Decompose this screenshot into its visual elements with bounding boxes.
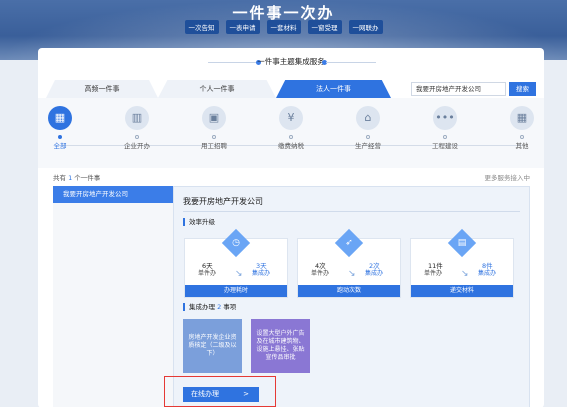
result-count: 共有 1 个一件事 bbox=[53, 172, 100, 182]
category-marker bbox=[443, 135, 447, 139]
metric-footer: 递交材料 bbox=[411, 285, 513, 297]
category-label: 全部 bbox=[53, 142, 67, 150]
search-button[interactable]: 搜索 bbox=[509, 82, 536, 96]
feature-pill: 一套材料 bbox=[266, 20, 301, 34]
metric-after-label: 集成办 bbox=[252, 270, 271, 277]
feature-pill: 一窗受理 bbox=[307, 20, 342, 34]
metric-before-label: 单件办 bbox=[198, 270, 217, 277]
dots-icon: ••• bbox=[433, 106, 457, 130]
metric-card-time: ◷ 6天 单件办 ↘ 3天 集成办 办理耗时 bbox=[184, 228, 288, 298]
category-all[interactable]: ▦ 全部 bbox=[30, 106, 90, 150]
tab-high-frequency[interactable]: 高频一件事 bbox=[46, 80, 158, 98]
detail-divider bbox=[183, 211, 520, 212]
more-services-note: 更多服务接入中 bbox=[484, 174, 531, 182]
list-item[interactable]: 我要开房地产开发公司 bbox=[53, 186, 173, 203]
category-operations[interactable]: ⌂ 生产经营 bbox=[338, 106, 398, 150]
service-title: 一件事主题集成服务 bbox=[257, 57, 325, 66]
metric-footer: 办理耗时 bbox=[185, 285, 287, 297]
category-marker bbox=[289, 135, 293, 139]
category-label: 生产经营 bbox=[355, 142, 381, 150]
result-count-number: 1 bbox=[68, 174, 73, 182]
feature-pill: 一网联办 bbox=[348, 20, 383, 34]
integrated-item-tile[interactable]: 设置大型户外广告及在城市建筑物、设施上悬挂、张贴宣传品审批 bbox=[251, 319, 310, 373]
highlight-box bbox=[164, 376, 276, 407]
result-count-prefix: 共有 bbox=[53, 174, 66, 182]
integrated-suffix: 事项 bbox=[223, 303, 237, 311]
search-input[interactable]: 我要开房地产开发公司 bbox=[411, 82, 506, 96]
arrow-icon: ↘ bbox=[348, 269, 356, 279]
grid-icon: ▦ bbox=[48, 106, 72, 130]
arrow-icon: ↘ bbox=[235, 269, 243, 279]
feature-pill: 一次告知 bbox=[184, 20, 219, 34]
category-marker bbox=[135, 135, 139, 139]
category-tax[interactable]: ¥ 缴费纳税 bbox=[261, 106, 321, 150]
category-enterprise-setup[interactable]: ▥ 企业开办 bbox=[107, 106, 167, 150]
clock-icon: ◷ bbox=[221, 228, 251, 258]
integrated-section-title: 集成办理 2 事项 bbox=[183, 303, 236, 311]
metric-after-label: 集成办 bbox=[478, 270, 497, 277]
category-label: 用工招聘 bbox=[201, 142, 227, 150]
category-marker bbox=[520, 135, 524, 139]
metric-card-documents: ▤ 11件 单件办 ↘ 8件 集成办 递交材料 bbox=[410, 228, 514, 298]
list-panel bbox=[53, 203, 173, 407]
category-marker bbox=[212, 135, 216, 139]
factory-icon: ⌂ bbox=[356, 106, 380, 130]
other-grid-icon: ▦ bbox=[510, 106, 534, 130]
tab-legal-entity[interactable]: 法人一件事 bbox=[276, 80, 391, 98]
metric-before-label: 单件办 bbox=[311, 270, 330, 277]
result-count-suffix: 个一件事 bbox=[74, 174, 101, 182]
efficiency-section-title: 效率升级 bbox=[183, 218, 215, 226]
service-tabs: 高频一件事 个人一件事 法人一件事 bbox=[46, 80, 416, 98]
category-construction[interactable]: ••• 工程建设 bbox=[415, 106, 475, 150]
metric-before-label: 单件办 bbox=[424, 270, 443, 277]
tax-icon: ¥ bbox=[279, 106, 303, 130]
category-recruitment[interactable]: ▣ 用工招聘 bbox=[184, 106, 244, 150]
runner-icon: ➶ bbox=[334, 228, 364, 258]
category-marker bbox=[366, 135, 370, 139]
metric-footer: 跑动次数 bbox=[298, 285, 400, 297]
briefcase-icon: ▣ bbox=[202, 106, 226, 130]
category-marker bbox=[58, 135, 62, 139]
title-divider-right bbox=[326, 62, 376, 63]
category-label: 缴费纳税 bbox=[278, 142, 304, 150]
category-other[interactable]: ▦ 其他 bbox=[492, 106, 552, 150]
integrated-count: 2 bbox=[217, 303, 222, 311]
feature-pill: 一表申请 bbox=[225, 20, 260, 34]
arrow-icon: ↘ bbox=[461, 269, 469, 279]
tab-personal[interactable]: 个人一件事 bbox=[158, 80, 276, 98]
category-label: 其他 bbox=[515, 142, 529, 150]
detail-title: 我要开房地产开发公司 bbox=[183, 197, 263, 206]
feature-pills: 一次告知 一表申请 一套材料 一窗受理 一网联办 bbox=[0, 20, 567, 34]
document-icon: ▤ bbox=[447, 228, 477, 258]
metric-card-visits: ➶ 4次 单件办 ↘ 2次 集成办 跑动次数 bbox=[297, 228, 401, 298]
category-label: 工程建设 bbox=[432, 142, 458, 150]
building-icon: ▥ bbox=[125, 106, 149, 130]
metric-after-label: 集成办 bbox=[365, 270, 384, 277]
integrated-prefix: 集成办理 bbox=[189, 303, 215, 311]
category-label: 企业开办 bbox=[124, 142, 150, 150]
integrated-item-tile[interactable]: 房地产开发企业资质核定（二级及以下） bbox=[183, 319, 242, 373]
